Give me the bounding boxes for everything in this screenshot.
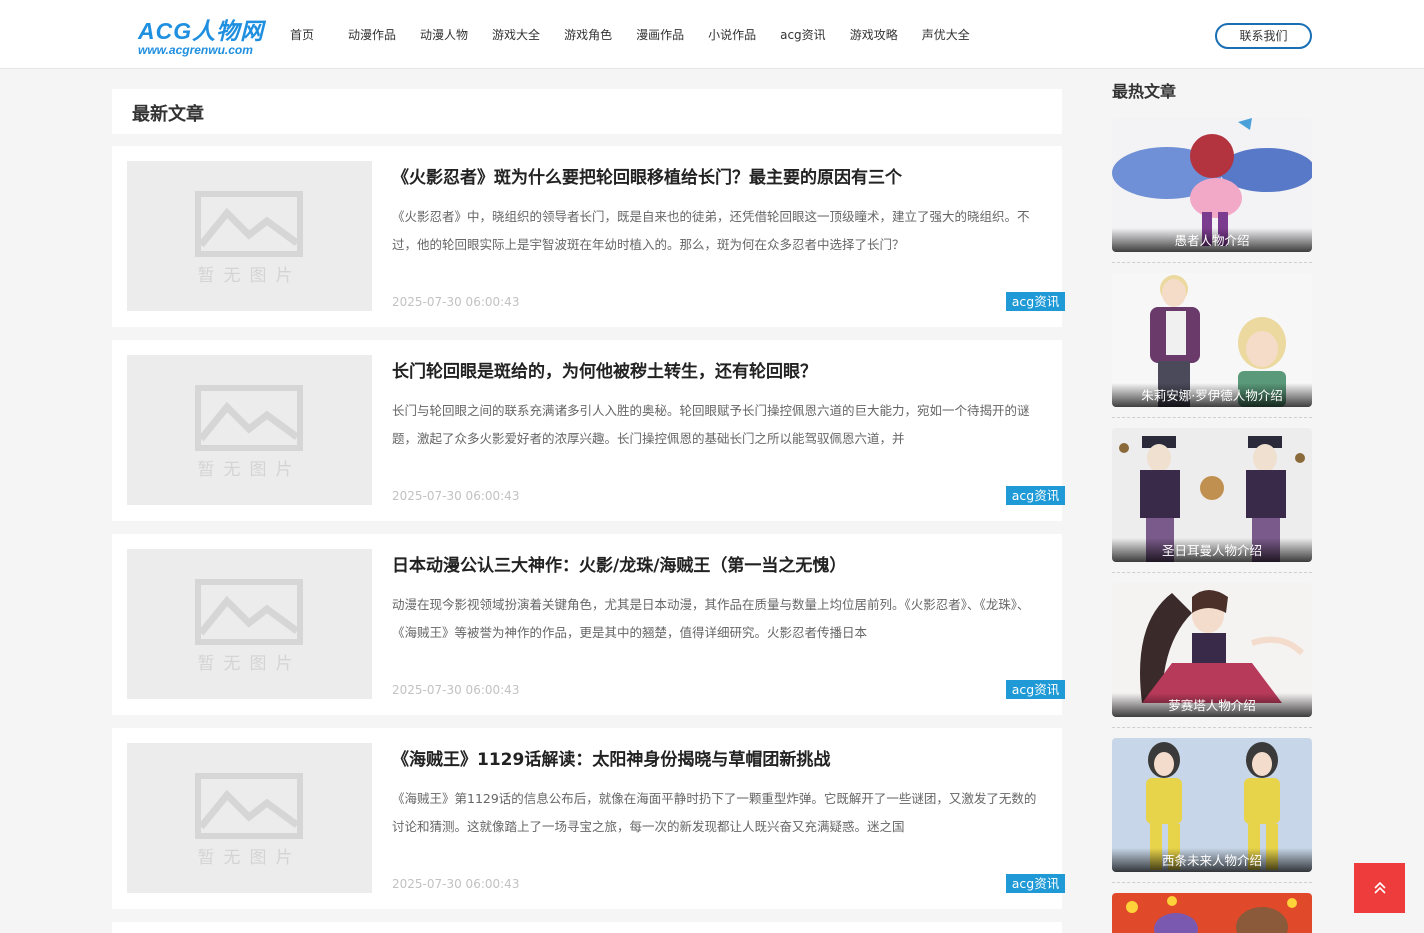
divider (1112, 882, 1312, 883)
article-excerpt: 《海贼王》第1129话的信息公布后，就像在海面平静时扔下了一颗重型炸弹。它既解开… (392, 791, 1037, 834)
article-category-tag[interactable]: acg资讯 (1006, 486, 1065, 505)
article-thumbnail[interactable]: 暂无图片 (127, 355, 372, 505)
hot-article-card[interactable]: 朱莉安娜·罗伊德人物介绍 (1112, 273, 1312, 407)
nav-item-games[interactable]: 游戏大全 (480, 26, 552, 44)
article-date: 2025-07-30 06:00:43 (392, 489, 520, 503)
article-card (112, 922, 1062, 933)
sidebar-title: 最热文章 (1112, 82, 1177, 101)
contact-us-button[interactable]: 联系我们 (1215, 23, 1312, 49)
nav-item-anime-works[interactable]: 动漫作品 (336, 26, 408, 44)
nav-item-game-characters[interactable]: 游戏角色 (552, 26, 624, 44)
logo-url: www.acgrenwu.com (138, 43, 253, 57)
site-logo[interactable]: ACG人物网 www.acgrenwu.com (138, 18, 268, 60)
hot-article-card[interactable]: 圣日耳曼人物介绍 (1112, 428, 1312, 562)
article-thumbnail[interactable]: 暂无图片 (127, 161, 372, 311)
nav-item-game-guides[interactable]: 游戏攻略 (838, 26, 910, 44)
article-excerpt: 动漫在现今影视领域扮演着关键角色，尤其是日本动漫，其作品在质量与数量上均位居前列… (392, 597, 1030, 640)
article-excerpt: 长门与轮回眼之间的联系充满诸多引人入胜的奥秘。轮回眼赋予长门操控佩恩六道的巨大能… (392, 403, 1030, 446)
article-card: 暂无图片 《海贼王》1129话解读：太阳神身份揭晓与草帽团新挑战 《海贼王》第1… (112, 728, 1065, 909)
placeholder-text: 暂无图片 (197, 848, 302, 868)
hot-article-card[interactable]: 西条未来人物介绍 (1112, 738, 1312, 872)
nav-item-voice-actors[interactable]: 声优大全 (910, 26, 982, 44)
nav-item-manga[interactable]: 漫画作品 (624, 26, 696, 44)
hot-article-caption: 圣日耳曼人物介绍 (1112, 538, 1312, 562)
article-date: 2025-07-30 06:00:43 (392, 683, 520, 697)
image-placeholder-icon (195, 773, 303, 839)
divider (1112, 262, 1312, 263)
image-placeholder-icon (195, 191, 303, 257)
nav-item-anime-characters[interactable]: 动漫人物 (408, 26, 480, 44)
article-thumbnail[interactable]: 暂无图片 (127, 549, 372, 699)
article-category-tag[interactable]: acg资讯 (1006, 680, 1065, 699)
image-placeholder-icon (195, 579, 303, 645)
hot-article-card[interactable]: 愚者人物介绍 (1112, 118, 1312, 252)
back-to-top-button[interactable] (1354, 863, 1405, 913)
article-excerpt: 《火影忍者》中，晓组织的领导者长门，既是自来也的徒弟，还凭借轮回眼这一顶级瞳术，… (392, 209, 1030, 252)
hot-article-caption: 西条未来人物介绍 (1112, 848, 1312, 872)
divider (1112, 417, 1312, 418)
article-card: 暂无图片 长门轮回眼是斑给的，为何他被秽土转生，还有轮回眼？ 长门与轮回眼之间的… (112, 340, 1065, 521)
article-title[interactable]: 《海贼王》1129话解读：太阳神身份揭晓与草帽团新挑战 (392, 745, 830, 770)
article-category-tag[interactable]: acg资讯 (1006, 874, 1065, 893)
hot-article-caption: 朱莉安娜·罗伊德人物介绍 (1112, 383, 1312, 407)
article-card: 暂无图片 日本动漫公认三大神作：火影/龙珠/海贼王（第一当之无愧） 动漫在现今影… (112, 534, 1065, 715)
hot-article-caption: 萝赛塔人物介绍 (1112, 693, 1312, 717)
divider (1112, 727, 1312, 728)
section-title: 最新文章 (132, 104, 204, 125)
article-thumbnail[interactable]: 暂无图片 (127, 743, 372, 893)
article-title[interactable]: 长门轮回眼是斑给的，为何他被秽土转生，还有轮回眼？ (392, 357, 817, 382)
nav-item-home[interactable]: 首页 (278, 26, 326, 44)
image-placeholder-icon (195, 385, 303, 451)
nav-item-novels[interactable]: 小说作品 (696, 26, 768, 44)
article-title[interactable]: 《火影忍者》斑为什么要把轮回眼移植给长门？最主要的原因有三个 (392, 163, 902, 188)
double-chevron-up-icon (1373, 881, 1386, 894)
hot-article-card[interactable] (1112, 893, 1312, 933)
main-nav: 首页 动漫作品 动漫人物 游戏大全 游戏角色 漫画作品 小说作品 acg资讯 游… (278, 26, 982, 44)
site-header: ACG人物网 www.acgrenwu.com 首页 动漫作品 动漫人物 游戏大… (0, 0, 1424, 69)
article-category-tag[interactable]: acg资讯 (1006, 292, 1065, 311)
article-card: 暂无图片 《火影忍者》斑为什么要把轮回眼移植给长门？最主要的原因有三个 《火影忍… (112, 146, 1065, 327)
article-date: 2025-07-30 06:00:43 (392, 295, 520, 309)
divider (1112, 572, 1312, 573)
character-illustration (1126, 896, 1297, 933)
logo-text: ACG人物网 (138, 18, 265, 44)
placeholder-text: 暂无图片 (197, 460, 302, 480)
placeholder-text: 暂无图片 (197, 654, 302, 674)
nav-item-acg-news[interactable]: acg资讯 (768, 26, 838, 44)
article-date: 2025-07-30 06:00:43 (392, 877, 520, 891)
placeholder-text: 暂无图片 (197, 266, 302, 286)
article-title[interactable]: 日本动漫公认三大神作：火影/龙珠/海贼王（第一当之无愧） (392, 551, 846, 576)
hot-article-caption: 愚者人物介绍 (1112, 228, 1312, 252)
hot-article-card[interactable]: 萝赛塔人物介绍 (1112, 583, 1312, 717)
latest-articles-header: 最新文章 (112, 89, 1062, 134)
